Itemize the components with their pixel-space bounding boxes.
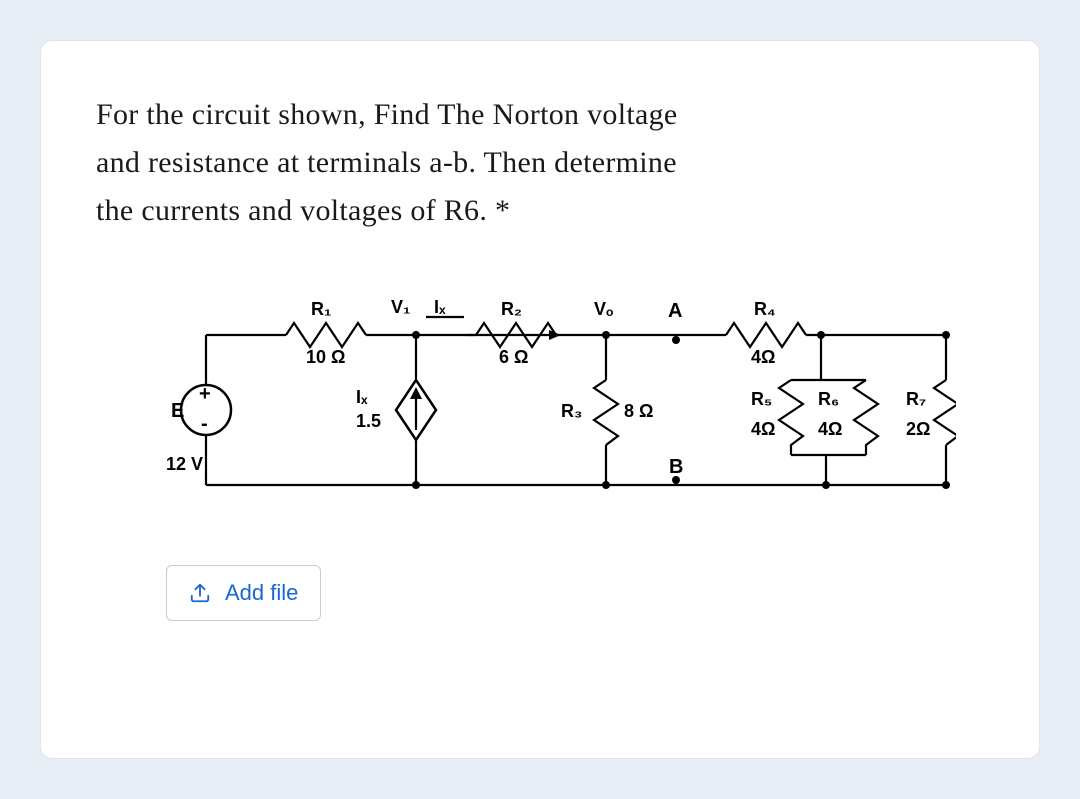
r4-name: R₄ <box>754 299 776 319</box>
r6-name: R₆ <box>818 389 839 409</box>
question-text: For the circuit shown, Find The Norton v… <box>96 91 984 235</box>
r7-name: R₇ <box>906 389 926 409</box>
question-line-2: and resistance at terminals a-b. Then de… <box>96 146 677 179</box>
src-plus: + <box>199 383 211 405</box>
r1-value: 10 Ω <box>306 347 345 367</box>
r4-value: 4Ω <box>751 347 775 367</box>
src-minus: - <box>201 413 208 435</box>
r2-value: 6 Ω <box>499 347 528 367</box>
upload-icon <box>189 582 211 604</box>
r2-name: R₂ <box>501 299 522 319</box>
r3-value: 8 Ω <box>624 401 653 421</box>
a-label: A <box>668 300 682 322</box>
r5-value: 4Ω <box>751 419 775 439</box>
add-file-label: Add file <box>225 580 298 606</box>
ix-label-top: Iₓ <box>434 297 446 317</box>
vo-label: Vₒ <box>594 299 613 319</box>
r6-value: 4Ω <box>818 419 842 439</box>
r5-name: R₅ <box>751 389 772 409</box>
circuit-diagram: + - E 12 V R₁ 10 Ω V₁ Iₓ Iₓ 1.5 <box>166 285 984 515</box>
r7-value: 2Ω <box>906 419 930 439</box>
ix-ctrl: Iₓ <box>356 387 368 407</box>
r3-name: R₃ <box>561 401 582 421</box>
question-line-1: For the circuit shown, Find The Norton v… <box>96 98 678 131</box>
r1-name: R₁ <box>311 299 331 319</box>
add-file-button[interactable]: Add file <box>166 565 321 621</box>
b-label: B <box>669 456 683 478</box>
question-line-3: the currents and voltages of R6. * <box>96 194 510 227</box>
v1-label: V₁ <box>391 297 410 317</box>
question-card: For the circuit shown, Find The Norton v… <box>40 40 1040 759</box>
src-name: E <box>171 400 184 422</box>
src-value: 12 V <box>166 454 203 474</box>
dep-gain: 1.5 <box>356 411 381 431</box>
